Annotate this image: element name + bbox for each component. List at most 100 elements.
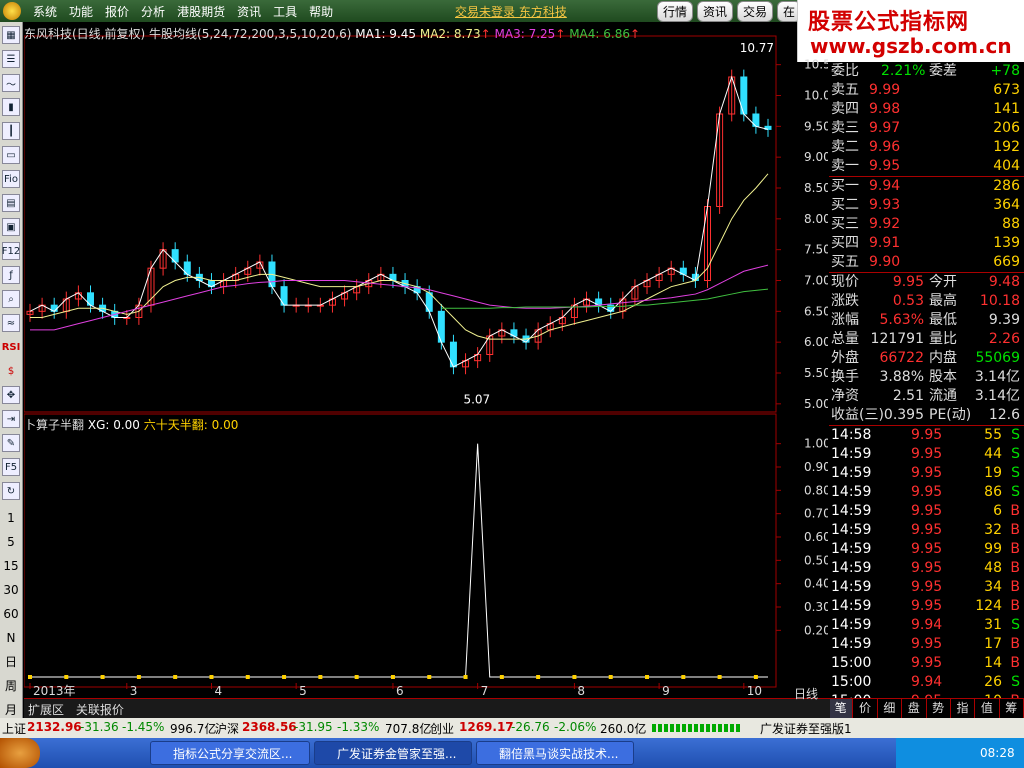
io-icon[interactable]: ⇥ xyxy=(2,410,20,428)
tick-row: 14:59 9.95 6 B xyxy=(829,502,1024,521)
menu-item-help[interactable]: 帮助 xyxy=(309,3,333,20)
tab-xi[interactable]: 细 xyxy=(878,699,903,718)
x-tick-label: 9 xyxy=(662,684,670,698)
period-60min[interactable]: 60 xyxy=(0,602,22,626)
tick-side: S xyxy=(1011,617,1020,633)
ind-y-tick-label: 0.90 xyxy=(804,460,828,474)
list-icon[interactable]: ☰ xyxy=(2,50,20,68)
start-button[interactable] xyxy=(0,738,40,768)
stat-label-2: 股本 xyxy=(929,369,957,385)
stat-value-2: 3.14亿 xyxy=(974,388,1020,404)
tick-price: 9.95 xyxy=(911,503,943,519)
signal-dot xyxy=(136,675,141,679)
tick-list[interactable]: 14:58 9.95 55 S 14:59 9.95 44 S 14:59 9.95 19 S 14:5… xyxy=(829,426,1024,711)
period-week[interactable]: 周 xyxy=(0,674,22,698)
line-icon[interactable]: 〜 xyxy=(2,74,20,92)
task-doc[interactable]: 翻倍黑马谈实战技术... xyxy=(476,741,634,765)
ma-icon[interactable]: ≈ xyxy=(2,314,20,332)
bid-price: 9.91 xyxy=(869,235,901,251)
period-label[interactable]: 日线 xyxy=(790,683,822,704)
tab-shi[interactable]: 势 xyxy=(927,699,951,718)
tick-price: 9.95 xyxy=(911,446,943,462)
sh-label[interactable]: 上证 xyxy=(2,720,26,737)
rsi-icon[interactable]: RSI xyxy=(2,338,21,356)
tick-time: 14:59 xyxy=(831,484,872,500)
cy-pct: -2.06% xyxy=(554,720,597,734)
stat-value-2: 9.48 xyxy=(988,274,1020,290)
login-status[interactable]: 交易未登录 东方科技 xyxy=(455,3,567,20)
stat-row: 总量 121791 量比 2.26 xyxy=(829,330,1024,349)
cy-change: -26.76 xyxy=(511,720,550,734)
tab-chou[interactable]: 筹 xyxy=(1000,699,1024,718)
weicha-label: 委差 xyxy=(929,63,957,79)
tab-zhi[interactable]: 指 xyxy=(951,699,976,718)
grid-icon[interactable]: ▤ xyxy=(2,194,20,212)
f-icon[interactable]: ▣ xyxy=(2,218,20,236)
tab-jia[interactable]: 价 xyxy=(853,699,878,718)
ask-price: 9.95 xyxy=(869,158,901,174)
ma-line-ma2 xyxy=(30,173,769,340)
tick-row: 14:59 9.95 32 B xyxy=(829,521,1024,540)
window-icon[interactable]: ▭ xyxy=(2,146,20,164)
tab-extension[interactable]: 扩展区 xyxy=(24,699,68,720)
chart-panel[interactable]: 10.50 10.00 9.50 9.00 8.50 8.00 7.50 7.00 6.50 6.… xyxy=(24,22,828,698)
signal-dot xyxy=(717,675,722,679)
menu-item-info[interactable]: 资讯 xyxy=(237,3,261,20)
stat-row: 净资 2.51 流通 3.14亿 xyxy=(829,387,1024,406)
cy-amount: 260.0亿 xyxy=(600,722,647,736)
candle-icon[interactable]: ┃ xyxy=(2,122,20,140)
period-n[interactable]: N xyxy=(0,626,22,650)
info-button[interactable]: 资讯 xyxy=(697,1,734,22)
menu-item-analysis[interactable]: 分析 xyxy=(141,3,165,20)
bar-icon[interactable]: ▮ xyxy=(2,98,20,116)
menu-item-function[interactable]: 功能 xyxy=(69,3,93,20)
period-5min[interactable]: 5 xyxy=(0,530,22,554)
chart-icon[interactable]: ▦ xyxy=(2,26,20,44)
tick-volume: 44 xyxy=(984,446,1002,462)
f10b-icon[interactable]: ƒ xyxy=(2,266,20,284)
ind-y-tick-label: 0.80 xyxy=(804,483,828,497)
trade-button[interactable]: 交易 xyxy=(737,1,774,22)
move-icon[interactable]: ✥ xyxy=(2,386,20,404)
refresh-icon[interactable]: ↻ xyxy=(2,482,20,500)
tick-volume: 17 xyxy=(984,636,1002,652)
ask-price: 9.98 xyxy=(869,101,901,117)
f10-icon[interactable]: Fio xyxy=(2,170,20,188)
tick-time: 14:59 xyxy=(831,541,872,557)
f12-icon[interactable]: F12 xyxy=(2,242,20,260)
tick-side: S xyxy=(1011,465,1020,481)
indicator-info-bar: 卜算子半翻 XG: 0.00 六十天半翻: 0.00 xyxy=(24,416,238,433)
search-icon[interactable]: ⌕ xyxy=(2,290,20,308)
tick-volume: 26 xyxy=(984,674,1002,690)
bid-label: 买二 xyxy=(831,197,859,213)
signal-dot xyxy=(536,675,541,679)
ask-label: 卖五 xyxy=(831,82,859,98)
stat-label: 总量 xyxy=(831,331,859,347)
tab-pan[interactable]: 盘 xyxy=(902,699,927,718)
pen-icon[interactable]: ✎ xyxy=(2,434,20,452)
period-30min[interactable]: 30 xyxy=(0,578,22,602)
signal-dot xyxy=(463,675,468,679)
task-forum[interactable]: 指标公式分享交流区... xyxy=(150,741,310,765)
task-broker[interactable]: 广发证券金管家至强... xyxy=(314,741,472,765)
menu-item-system[interactable]: 系统 xyxy=(33,3,57,20)
cy-label[interactable]: 创业 xyxy=(430,720,454,737)
tick-volume: 31 xyxy=(984,617,1002,633)
f5-icon[interactable]: F5 xyxy=(2,458,20,476)
stat-label-2: 最高 xyxy=(929,293,957,309)
tab-zhi2[interactable]: 值 xyxy=(975,699,1000,718)
sz-label[interactable]: 沪深 xyxy=(215,720,239,737)
period-1min[interactable]: 1 xyxy=(0,506,22,530)
tick-price: 9.95 xyxy=(911,465,943,481)
tab-bi[interactable]: 笔 xyxy=(829,699,854,718)
stat-value: 2.51 xyxy=(892,388,924,404)
menu-item-hk-futures[interactable]: 港股期货 xyxy=(177,3,225,20)
period-day[interactable]: 日 xyxy=(0,650,22,674)
dollar-icon[interactable]: $ xyxy=(2,362,20,380)
tab-related-quote[interactable]: 关联报价 xyxy=(72,699,128,720)
quote-button[interactable]: 行情 xyxy=(657,1,694,22)
menu-item-quote[interactable]: 报价 xyxy=(105,3,129,20)
period-15min[interactable]: 15 xyxy=(0,554,22,578)
kline-chart[interactable]: 10.50 10.00 9.50 9.00 8.50 8.00 7.50 7.00 6.50 6.… xyxy=(24,22,828,698)
menu-item-tools[interactable]: 工具 xyxy=(273,3,297,20)
